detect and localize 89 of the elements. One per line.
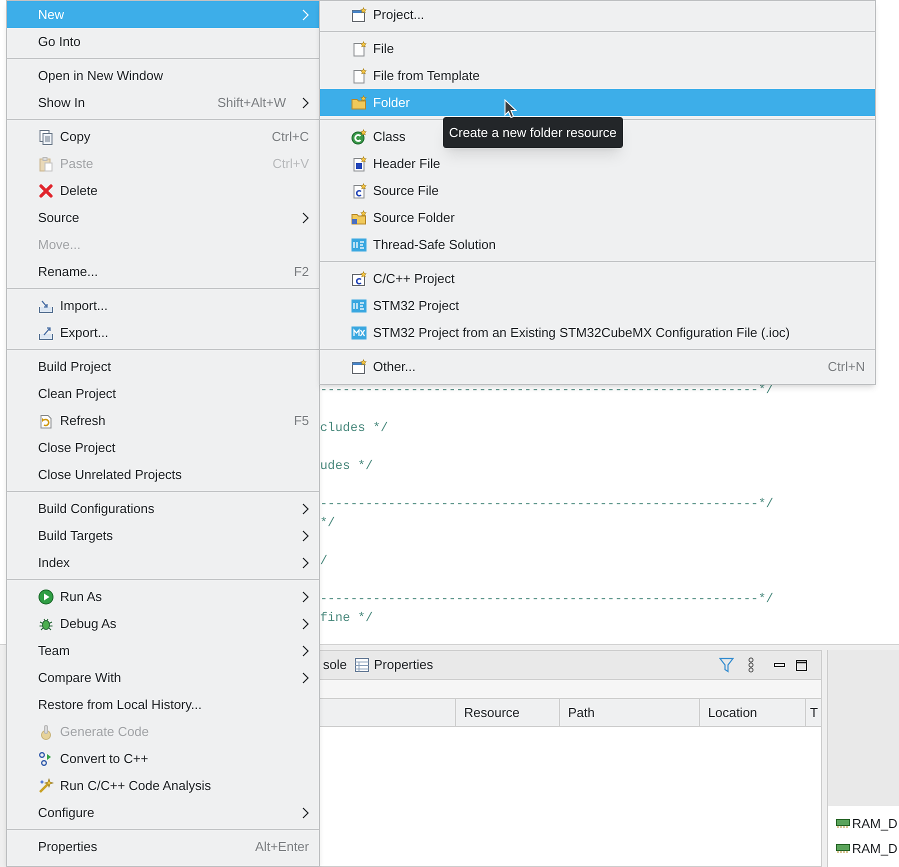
menu-item[interactable]: Open in New Window <box>38 66 163 86</box>
menu-item[interactable]: File from Template <box>351 66 480 86</box>
code-comment: fine */ <box>320 610 374 627</box>
mouse-pointer-icon <box>504 99 517 119</box>
menu-item[interactable]: Run As <box>38 586 102 606</box>
code-comment: ----------------------------------------------------------*/ <box>320 591 774 608</box>
menu-item[interactable]: Export... <box>38 322 108 342</box>
menu-item[interactable]: Other... <box>351 356 416 376</box>
class-icon <box>351 128 367 144</box>
export-icon <box>38 324 54 340</box>
menu-item[interactable]: Restore from Local History... <box>38 694 202 714</box>
source-file-icon <box>351 182 367 198</box>
menu-item[interactable]: Thread-Safe Solution <box>351 234 496 254</box>
menu-item[interactable]: Properties <box>38 836 98 856</box>
code-comment: / <box>320 553 329 570</box>
menu-item[interactable]: Copy <box>38 126 90 146</box>
column-header[interactable]: Resource <box>456 699 560 726</box>
menu-item[interactable]: Team <box>38 640 70 660</box>
shortcut-label: Alt+Enter <box>255 838 309 856</box>
menu-item[interactable]: Run C/C++ Code Analysis <box>38 776 212 796</box>
run-icon <box>38 588 54 604</box>
menu-item[interactable]: Source File <box>351 180 439 200</box>
source-folder-icon <box>351 210 367 226</box>
menu-item[interactable]: Build Configurations <box>38 498 154 518</box>
menu-item[interactable]: STM32 Project from an Existing STM32CubeMX Configuration File (.ioc) <box>351 322 790 342</box>
shortcut-label: Shift+Alt+W <box>217 94 286 112</box>
ide-icon <box>351 236 367 252</box>
menu-item[interactable]: Project... <box>351 4 424 24</box>
view-menu-icon[interactable] <box>748 657 754 673</box>
code-comment: */ <box>320 515 336 532</box>
menu-item[interactable]: Index <box>38 552 70 572</box>
maximize-icon[interactable] <box>796 660 807 670</box>
menu-item[interactable]: Go Into <box>38 32 81 52</box>
menu-item[interactable]: Convert to C++ <box>38 748 148 768</box>
menu-item[interactable]: Compare With <box>38 668 122 688</box>
menu-item[interactable]: Import... <box>38 296 108 316</box>
magic-wand-icon <box>38 778 54 794</box>
menu-item[interactable]: Refresh <box>38 410 106 430</box>
shortcut-label: F2 <box>294 262 309 281</box>
menu-item[interactable]: Debug As <box>38 614 116 634</box>
column-header[interactable]: T <box>806 699 820 726</box>
column-header[interactable]: Location <box>700 699 806 726</box>
filter-icon[interactable] <box>719 657 734 673</box>
menu-item[interactable]: Close Unrelated Projects <box>38 464 182 484</box>
menu-item[interactable]: Close Project <box>38 438 116 458</box>
shortcut-label: Ctrl+N <box>828 358 865 376</box>
panel-tab[interactable]: Properties <box>350 652 438 678</box>
panel-tab[interactable]: sole <box>319 652 351 678</box>
header-file-icon <box>351 156 367 172</box>
menu-item[interactable]: Configure <box>38 802 94 822</box>
paste-icon <box>38 156 54 172</box>
memory-chip-icon <box>836 844 850 853</box>
mx-icon <box>351 324 367 340</box>
code-comment: cludes */ <box>320 420 390 437</box>
shortcut-label: Ctrl+C <box>272 128 309 146</box>
ide-icon <box>351 298 367 314</box>
menu-item[interactable]: Source <box>38 208 80 228</box>
memory-chip-icon <box>836 819 850 828</box>
file-icon <box>351 40 367 56</box>
menu-item[interactable]: Clean Project <box>38 384 116 404</box>
folder-icon <box>351 94 367 110</box>
code-comment: udes */ <box>320 458 374 475</box>
menu-item[interactable]: STM32 Project <box>351 296 459 316</box>
outline-item[interactable]: RAM_D <box>836 836 899 861</box>
menu-item[interactable]: Delete <box>38 180 98 200</box>
menu-item[interactable]: Build Project <box>38 356 111 376</box>
delete-icon <box>38 182 54 198</box>
menu-item[interactable]: File <box>351 38 394 58</box>
shortcut-label: F5 <box>294 412 309 430</box>
minimize-icon[interactable] <box>774 662 785 668</box>
copy-icon <box>38 128 54 144</box>
project-icon <box>351 358 367 374</box>
menu-item[interactable]: Header File <box>351 154 440 174</box>
c-project-icon <box>351 270 367 286</box>
menu-item[interactable]: C/C++ Project <box>351 268 455 288</box>
menu-item[interactable]: Build Targets <box>38 526 113 546</box>
menu-item[interactable]: Source Folder <box>351 208 455 228</box>
file-icon <box>351 68 367 84</box>
outline-item[interactable]: RAM_D <box>836 811 899 836</box>
column-header[interactable]: Path <box>560 699 700 726</box>
code-comment: ----------------------------------------------------------*/ <box>320 382 774 399</box>
menu-item[interactable]: Show In <box>38 92 85 112</box>
menu-item[interactable]: Rename... <box>38 262 98 282</box>
menu-item[interactable]: Class <box>351 126 406 146</box>
project-icon <box>351 6 367 22</box>
refresh-icon <box>38 412 54 428</box>
properties-table-icon <box>354 658 369 672</box>
code-comment: ----------------------------------------------------------*/ <box>320 496 774 513</box>
tooltip: Create a new folder resource <box>443 117 623 148</box>
